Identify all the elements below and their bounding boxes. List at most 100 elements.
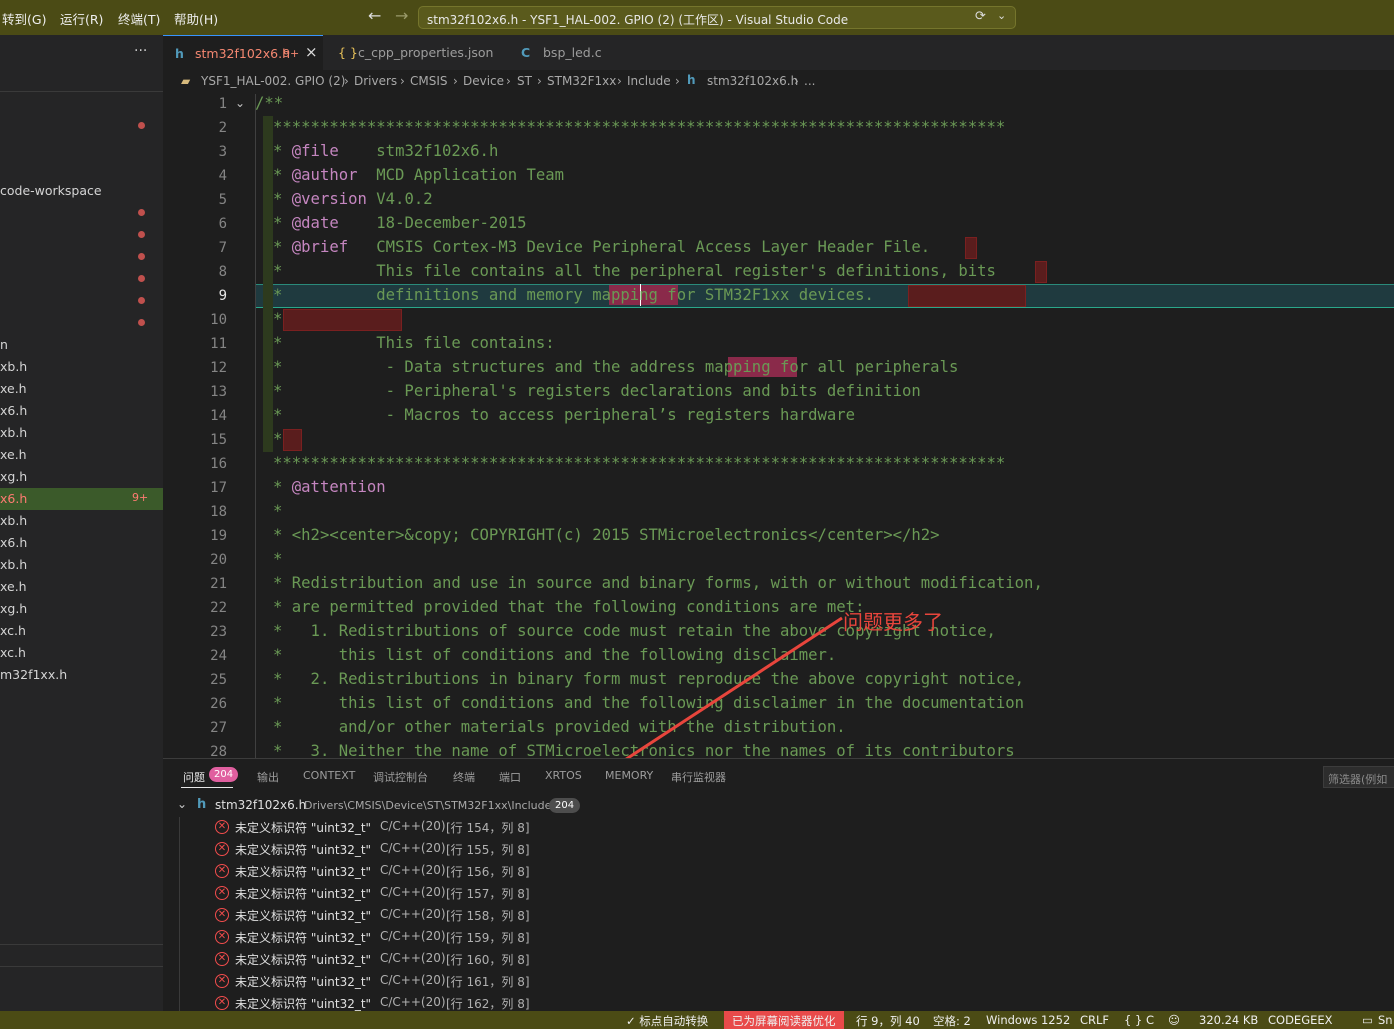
breadcrumb-item[interactable]: CMSIS	[410, 74, 448, 88]
line-number: 28	[210, 744, 227, 758]
tab-label: bsp_led.c	[543, 45, 602, 60]
command-center[interactable]: stm32f102x6.h - YSF1_HAL-002. GPIO (2) (…	[418, 6, 1016, 29]
breadcrumb-item[interactable]: Include	[627, 74, 671, 88]
line-number: 23	[210, 624, 227, 640]
language-mode[interactable]: { } C	[1124, 1013, 1154, 1027]
file-item[interactable]: xb.h	[0, 422, 163, 444]
extra-status[interactable]: Sn	[1378, 1013, 1393, 1027]
chevron-down-icon[interactable]: ⌄	[177, 797, 187, 811]
tab-context[interactable]: CONTEXT	[303, 769, 355, 782]
menu-run[interactable]: 运行(R)	[60, 9, 103, 28]
error-icon: ✕	[215, 930, 229, 944]
breadcrumb-item[interactable]: Drivers	[354, 74, 397, 88]
file-item[interactable]: x6.h	[0, 532, 163, 554]
file-item[interactable]: xc.h	[0, 620, 163, 642]
file-item[interactable]: xb.h	[0, 554, 163, 576]
problems-count-badge: 204	[209, 767, 239, 782]
code-line: * are permitted provided that the follow…	[273, 598, 865, 616]
tab-label: c_cpp_properties.json	[358, 45, 494, 60]
modified-dot	[138, 122, 145, 129]
more-actions-icon[interactable]: ···	[134, 43, 147, 59]
arrow-right-icon[interactable]: →	[395, 6, 408, 25]
code-line: *	[273, 310, 283, 328]
code-line: * @date 18-December-2015	[273, 214, 527, 232]
screen-reader-status[interactable]: 已为屏幕阅读器优化	[724, 1011, 844, 1029]
folder-icon: ▰	[181, 74, 191, 88]
menu-goto[interactable]: 转到(G)	[2, 9, 46, 28]
code-editor[interactable]: ⌄ 1/** 2 *********************************…	[163, 94, 1394, 758]
file-size: 320.24 KB	[1199, 1013, 1259, 1027]
close-icon[interactable]: ×	[305, 43, 318, 61]
problem-source: C/C++(20)	[380, 841, 446, 855]
modified-dot	[138, 297, 145, 304]
error-highlight	[908, 285, 1026, 307]
h-file-icon: h	[687, 73, 696, 87]
menu-terminal[interactable]: 终端(T)	[118, 9, 160, 28]
problem-source: C/C++(20)	[380, 907, 446, 921]
tab-serial-monitor[interactable]: 串行监视器	[671, 769, 726, 785]
filter-input[interactable]: 筛选器(例如	[1323, 766, 1394, 788]
file-group-header[interactable]: ⌄ h stm32f102x6.h Drivers\CMSIS\Device\S…	[163, 795, 1394, 817]
chevron-down-icon[interactable]: ⌄	[235, 96, 245, 110]
keyboard-icon[interactable]: ▭	[1362, 1013, 1373, 1027]
encoding[interactable]: Windows 1252	[986, 1013, 1070, 1027]
chevron-down-icon[interactable]: ⌄	[997, 9, 1006, 22]
tab-ports[interactable]: 端口	[499, 769, 521, 785]
modified-dot	[138, 209, 145, 216]
error-highlight	[283, 429, 302, 451]
problem-message: 未定义标识符 "uint32_t"	[235, 997, 372, 1011]
indentation[interactable]: 空格: 2	[933, 1013, 971, 1029]
file-item[interactable]: xg.h	[0, 598, 163, 620]
tab-c-cpp-properties[interactable]: { } c_cpp_properties.json	[324, 35, 504, 70]
line-number: 18	[210, 504, 227, 520]
problem-source: C/C++(20)	[380, 995, 446, 1009]
menu-help[interactable]: 帮助(H)	[174, 9, 218, 28]
tab-bsp-led[interactable]: C bsp_led.c	[505, 35, 625, 70]
c-file-icon: C	[521, 45, 531, 60]
tab-stm32f102x6[interactable]: h stm32f102x6.h 9+ ×	[163, 35, 323, 71]
code-line: * @author MCD Application Team	[273, 166, 565, 184]
tab-output[interactable]: 输出	[257, 769, 279, 785]
h-file-icon: h	[175, 46, 184, 61]
file-item[interactable]: xc.h	[0, 642, 163, 664]
file-item[interactable]: xe.h	[0, 576, 163, 598]
cursor-position[interactable]: 行 9，列 40	[856, 1013, 920, 1029]
auto-punct-convert[interactable]: ✓ 标点自动转换	[626, 1013, 708, 1029]
breadcrumb-item[interactable]: Device	[463, 74, 504, 88]
copilot-icon[interactable]: ⟳	[975, 9, 986, 24]
file-item[interactable]: xb.h	[0, 356, 163, 378]
tab-memory[interactable]: MEMORY	[605, 769, 653, 782]
file-item-active[interactable]: x6.h 9+	[0, 488, 163, 510]
file-item[interactable]: m32f1xx.h	[0, 664, 163, 686]
code-line: * 3. Neither the name of STMicroelectron…	[273, 742, 1015, 758]
file-item[interactable]: n	[0, 334, 163, 356]
arrow-left-icon[interactable]: ←	[368, 6, 381, 25]
file-item[interactable]: x6.h	[0, 400, 163, 422]
tab-xrtos[interactable]: XRTOS	[545, 769, 582, 782]
problem-location: [行 160，列 8]	[446, 953, 530, 967]
error-icon: ✕	[215, 886, 229, 900]
file-item[interactable]: xg.h	[0, 466, 163, 488]
breadcrumb-item[interactable]: ...	[804, 74, 815, 88]
line-ending[interactable]: CRLF	[1080, 1013, 1109, 1027]
doc-tag: @file	[291, 142, 339, 160]
doc-tag: @version	[291, 190, 367, 208]
file-item[interactable]: xe.h	[0, 444, 163, 466]
copilot-icon[interactable]: ☺	[1168, 1013, 1180, 1027]
breadcrumb-item[interactable]: STM32F1xx	[547, 74, 616, 88]
error-highlight	[965, 237, 977, 259]
workspace-item[interactable]: code-workspace	[0, 180, 163, 202]
file-item[interactable]: xe.h	[0, 378, 163, 400]
codegeex-status[interactable]: CODEGEEX	[1268, 1013, 1333, 1027]
problem-location: [行 154，列 8]	[446, 821, 530, 835]
breadcrumb-item[interactable]: YSF1_HAL-002. GPIO (2)	[201, 74, 345, 88]
error-count-badge: 9+	[132, 491, 149, 504]
breadcrumb-item[interactable]: ST	[517, 74, 532, 88]
file-item[interactable]: xb.h	[0, 510, 163, 532]
code-line: * and/or other materials provided with t…	[273, 718, 846, 736]
tab-problems[interactable]: 问题	[183, 769, 205, 785]
tab-debug-console[interactable]: 调试控制台	[373, 769, 428, 785]
breadcrumb-item[interactable]: stm32f102x6.h	[707, 74, 798, 88]
tab-terminal[interactable]: 终端	[453, 769, 475, 785]
code-line: *	[273, 502, 283, 520]
